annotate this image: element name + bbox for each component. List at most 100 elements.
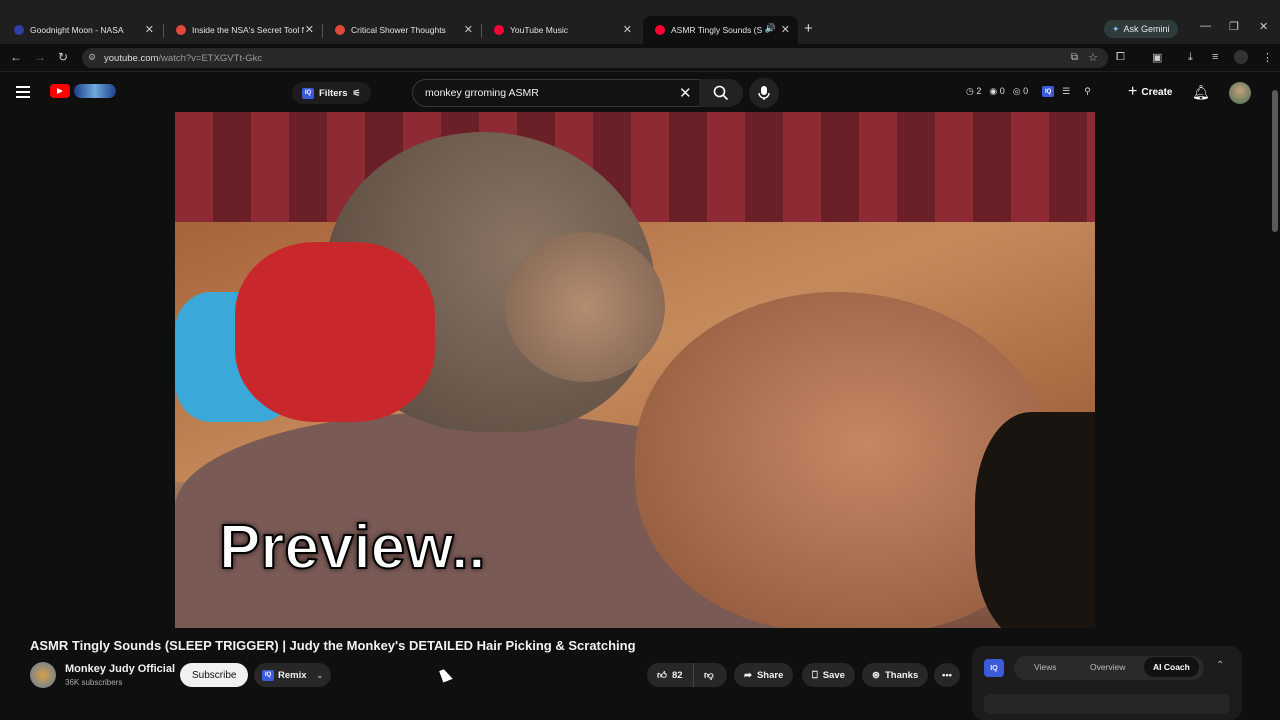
like-button[interactable]: 👍︎ 82 bbox=[647, 663, 693, 687]
collapse-chevron-icon[interactable]: ⌃ bbox=[1216, 660, 1224, 671]
site-info-icon[interactable]: ⚙ bbox=[88, 52, 96, 63]
scrollbar-thumb[interactable] bbox=[1272, 90, 1278, 232]
address-toolbar: ← → ↻ ⚙ youtube.com/watch?v=ETXGVTt-Gkc … bbox=[0, 44, 1280, 72]
youtube-header: IQ Filters ⚟ monkey grroming ASMR ✕ ◷ 2 … bbox=[0, 72, 1280, 112]
bookmark-star-icon[interactable]: ☆ bbox=[1088, 51, 1098, 64]
video-caption-text: Preview.. bbox=[218, 512, 487, 583]
youtube-favicon-icon bbox=[655, 25, 665, 35]
user-avatar[interactable] bbox=[1229, 82, 1251, 104]
minimize-button[interactable]: — bbox=[1200, 20, 1211, 32]
tab-title: Critical Shower Thoughts bbox=[351, 25, 446, 35]
panel-content bbox=[984, 694, 1230, 714]
mouse-cursor bbox=[439, 667, 453, 683]
media-control-icon[interactable]: ≡ bbox=[1212, 51, 1218, 63]
create-button[interactable]: + Create bbox=[1120, 80, 1180, 104]
search-input[interactable]: monkey grroming ASMR bbox=[425, 87, 539, 99]
tab-title: ASMR Tingly Sounds (SLEEP bbox=[671, 25, 762, 35]
iq-icon[interactable]: IQ bbox=[984, 659, 1004, 677]
notifications-bell-icon[interactable]: 🔔︎ bbox=[1192, 84, 1210, 101]
search-box[interactable]: monkey grroming ASMR ✕ bbox=[412, 79, 743, 107]
close-window-button[interactable]: ✕ bbox=[1259, 20, 1268, 33]
tab-overview[interactable]: Overview bbox=[1090, 662, 1125, 672]
clock-stat: ◷ 2 bbox=[966, 86, 982, 96]
microphone-icon bbox=[758, 86, 770, 100]
more-horizontal-icon: ••• bbox=[942, 669, 952, 681]
thanks-icon: ⊛ bbox=[872, 669, 880, 681]
thanks-button[interactable]: ⊛ Thanks bbox=[862, 663, 929, 687]
browser-tab[interactable]: YouTube Music ✕ bbox=[482, 18, 640, 42]
browser-tab[interactable]: Inside the NSA's Secret Tool for ✕ bbox=[164, 18, 322, 42]
voice-search-button[interactable] bbox=[749, 78, 779, 108]
view-stat: ◎ 0 bbox=[1012, 86, 1029, 96]
url-field[interactable]: ⚙ youtube.com/watch?v=ETXGVTt-Gkc ⧉ ☆ bbox=[82, 48, 1108, 68]
site-favicon-icon bbox=[176, 25, 186, 35]
close-icon[interactable]: ✕ bbox=[464, 23, 473, 36]
forward-icon[interactable]: → bbox=[34, 50, 46, 64]
subscribe-button[interactable]: Subscribe bbox=[180, 663, 249, 687]
kebab-menu-icon[interactable]: ⋮ bbox=[1262, 51, 1273, 64]
share-button[interactable]: ➦ Share bbox=[734, 663, 794, 687]
youtube-logo-icon[interactable] bbox=[50, 84, 70, 98]
list-icon[interactable]: ☰ bbox=[1062, 86, 1070, 97]
extensions-icon[interactable]: ⧠ bbox=[1116, 51, 1125, 64]
restore-button[interactable]: ❐ bbox=[1229, 20, 1239, 33]
sliders-icon: ⚟ bbox=[352, 87, 361, 98]
install-icon[interactable]: ⧉ bbox=[1071, 52, 1078, 63]
download-icon[interactable]: ⤓ bbox=[1188, 51, 1193, 64]
close-icon[interactable]: ✕ bbox=[623, 23, 632, 36]
youtube-music-favicon-icon bbox=[494, 25, 504, 35]
browser-tab-active[interactable]: ASMR Tingly Sounds (SLEEP 🔊 ✕ bbox=[643, 16, 798, 44]
save-button[interactable]: ⎕ Save bbox=[802, 663, 855, 687]
reload-icon[interactable]: ↻ bbox=[58, 50, 68, 64]
tab-title: Inside the NSA's Secret Tool for bbox=[192, 25, 304, 35]
share-icon: ➦ bbox=[744, 669, 752, 681]
page-scrollbar[interactable] bbox=[1270, 80, 1280, 720]
extension-stats: ◷ 2 ◉ 0 ◎ 0 IQ ☰ ⚲ bbox=[966, 86, 1091, 97]
chevron-down-icon: ⌄ bbox=[316, 670, 324, 680]
close-icon[interactable]: ✕ bbox=[145, 23, 154, 36]
plus-icon: + bbox=[1128, 83, 1138, 100]
subscriber-count: 36K subscribers bbox=[65, 678, 123, 687]
profile-icon[interactable] bbox=[1234, 50, 1248, 64]
browser-tab[interactable]: Goodnight Moon - NASA ✕ bbox=[2, 18, 162, 42]
remix-button[interactable]: IQ Remix ⌄ bbox=[254, 663, 332, 687]
hamburger-menu-icon[interactable] bbox=[16, 86, 30, 98]
search-icon bbox=[713, 85, 729, 101]
video-title: ASMR Tingly Sounds (SLEEP TRIGGER) | Jud… bbox=[30, 638, 636, 653]
browser-tab[interactable]: Critical Shower Thoughts ✕ bbox=[323, 18, 481, 42]
tab-title: YouTube Music bbox=[510, 25, 568, 35]
back-icon[interactable]: ← bbox=[10, 50, 22, 64]
sidepanel-icon[interactable]: ▣ bbox=[1152, 51, 1162, 64]
panel-tab-switcher: Views Overview AI Coach bbox=[1014, 656, 1204, 680]
nasa-favicon-icon bbox=[14, 25, 24, 35]
close-icon[interactable]: ✕ bbox=[305, 23, 314, 36]
video-player[interactable]: Preview.. bbox=[175, 112, 1095, 628]
filters-button[interactable]: IQ Filters ⚟ bbox=[292, 82, 371, 104]
close-icon[interactable]: ✕ bbox=[781, 23, 790, 36]
dislike-button[interactable]: 👎︎ bbox=[693, 663, 727, 687]
channel-name[interactable]: Monkey Judy Official bbox=[65, 663, 175, 675]
search-button[interactable] bbox=[699, 79, 743, 107]
tab-ai-coach[interactable]: AI Coach bbox=[1144, 657, 1199, 677]
thumbs-down-icon: 👎︎ bbox=[704, 670, 714, 681]
eye-stat: ◉ 0 bbox=[989, 86, 1005, 96]
bookmark-icon: ⎕ bbox=[812, 669, 818, 681]
clear-search-icon[interactable]: ✕ bbox=[679, 84, 692, 102]
ai-coach-panel: IQ Views Overview AI Coach ⌃ bbox=[972, 646, 1242, 720]
new-tab-button[interactable]: + bbox=[804, 20, 813, 37]
youtube-doodle-icon[interactable] bbox=[74, 84, 116, 98]
speaker-icon[interactable]: 🔊 bbox=[765, 23, 776, 34]
trophy-icon[interactable]: ⚲ bbox=[1084, 86, 1091, 97]
tab-views[interactable]: Views bbox=[1034, 662, 1057, 672]
channel-avatar[interactable] bbox=[30, 662, 56, 688]
ask-gemini-button[interactable]: ✦ Ask Gemini bbox=[1104, 20, 1178, 38]
more-actions-button[interactable]: ••• bbox=[934, 663, 960, 687]
iq-icon[interactable]: IQ bbox=[1042, 86, 1055, 97]
thumbs-up-icon: 👍︎ bbox=[657, 670, 667, 681]
video-frame-background bbox=[175, 112, 1095, 232]
site-favicon-icon bbox=[335, 25, 345, 35]
tab-title: Goodnight Moon - NASA bbox=[30, 25, 124, 35]
gemini-icon: ✦ bbox=[1112, 23, 1120, 34]
iq-icon: IQ bbox=[302, 87, 314, 99]
browser-tab-bar: Goodnight Moon - NASA ✕ Inside the NSA's… bbox=[0, 0, 1280, 44]
